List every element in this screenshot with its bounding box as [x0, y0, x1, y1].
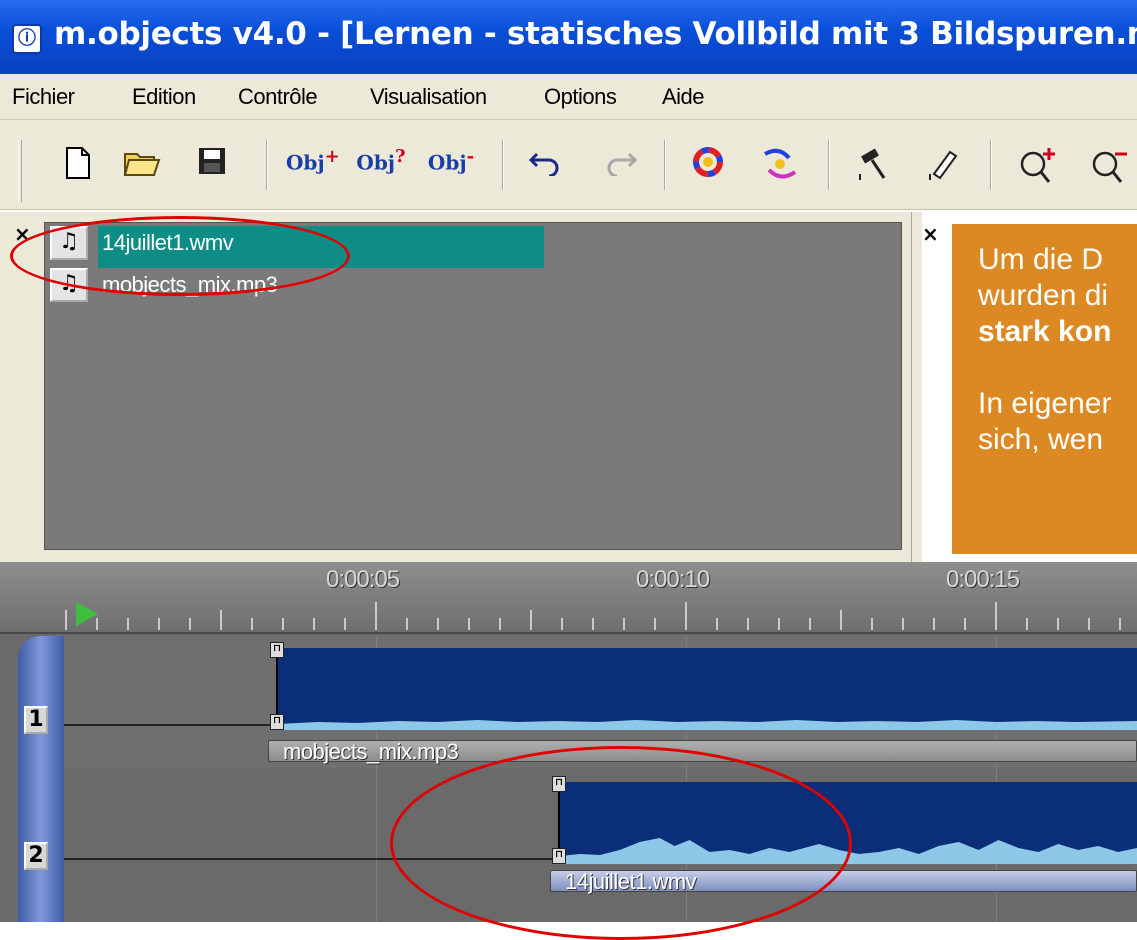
menu-fichier[interactable]: Fichier	[12, 84, 75, 110]
obj-remove-mark: -	[466, 146, 475, 167]
time-label: 0:00:15	[946, 566, 1020, 593]
track-header-column	[18, 636, 64, 922]
play-marker-icon[interactable]	[76, 602, 98, 626]
save-icon[interactable]	[192, 146, 232, 186]
obj-query-icon[interactable]: Obj?	[356, 146, 406, 186]
obj-query-label: Obj	[356, 150, 396, 175]
time-label: 0:00:10	[636, 566, 710, 593]
clip-start-handle[interactable]: ⊓	[270, 642, 284, 658]
obj-remove-icon[interactable]: Obj-	[426, 146, 476, 186]
clip-volume-handle[interactable]: ⊓	[270, 714, 284, 730]
time-label: 0:00:05	[326, 566, 400, 593]
obj-add-icon[interactable]: Obj+	[286, 146, 340, 186]
waveform	[278, 720, 1137, 730]
clip-label: mobjects_mix.mp3	[283, 739, 459, 764]
rotate-colors-icon[interactable]	[756, 146, 804, 186]
audio-clip-mobjects-mix[interactable]	[276, 648, 1137, 730]
info-line: wurden di	[978, 279, 1109, 312]
obj-remove-label: Obj	[427, 150, 467, 175]
app-window: ⓘ m.objects v4.0 - [Lernen - statisches …	[0, 0, 1137, 940]
info-line: Um die D	[978, 243, 1104, 276]
mobjects-logo-icon[interactable]: ⓘ	[12, 24, 42, 54]
menu-aide[interactable]: Aide	[662, 84, 705, 110]
redo-icon[interactable]	[596, 146, 642, 186]
new-document-icon[interactable]	[58, 146, 98, 186]
info-line-bold: stark kon	[978, 315, 1112, 348]
ruler-ticks	[65, 602, 1121, 630]
window-title: m.objects v4.0 - [Lernen - statisches Vo…	[54, 16, 1137, 52]
menu-edition[interactable]: Edition	[132, 84, 196, 110]
close-icon[interactable]: ×	[922, 222, 939, 246]
toolbar-grip[interactable]	[18, 140, 22, 202]
info-line: In eigener	[978, 387, 1112, 420]
hammer-icon[interactable]	[850, 146, 894, 186]
zoom-out-icon[interactable]	[1086, 146, 1136, 186]
obj-query-mark: ?	[395, 146, 406, 167]
color-wheel-icon[interactable]	[686, 146, 730, 186]
open-folder-icon[interactable]	[120, 146, 164, 186]
menu-controle[interactable]: Contrôle	[238, 84, 318, 110]
track-number[interactable]: 2	[24, 842, 48, 870]
info-panel: Um die D wurden di stark kon In eigener …	[952, 224, 1137, 554]
info-line: sich, wen	[978, 423, 1104, 456]
pen-icon[interactable]	[920, 146, 964, 186]
panel-divider[interactable]	[912, 212, 922, 562]
undo-icon[interactable]	[524, 146, 570, 186]
title-bar: ⓘ m.objects v4.0 - [Lernen - statisches …	[0, 0, 1137, 74]
menu-options[interactable]: Options	[544, 84, 617, 110]
menu-visualisation[interactable]: Visualisation	[370, 84, 487, 110]
obj-add-mark: +	[324, 146, 340, 167]
zoom-in-icon[interactable]	[1014, 146, 1064, 186]
track-number[interactable]: 1	[24, 706, 48, 734]
menu-bar: Fichier Edition Contrôle Visualisation O…	[0, 74, 1137, 120]
info-blank-line	[978, 350, 1137, 386]
annotation-ellipse	[10, 216, 350, 296]
obj-add-label: Obj	[286, 150, 325, 175]
annotation-ellipse	[390, 746, 852, 940]
